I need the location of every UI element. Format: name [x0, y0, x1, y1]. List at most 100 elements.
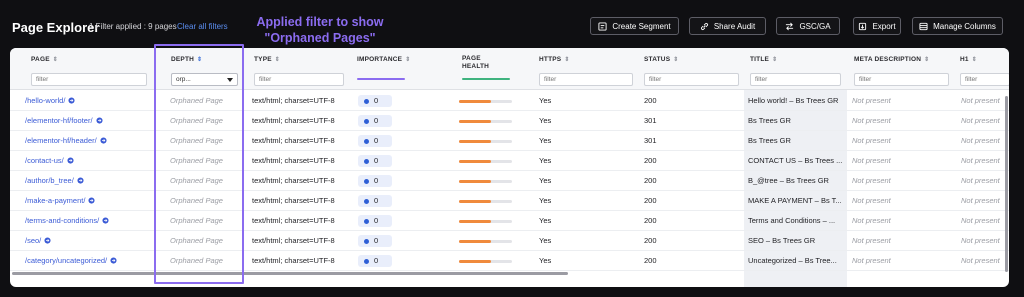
- type-cell: text/html; charset=UTF-8: [252, 236, 335, 245]
- health-range-slider[interactable]: [462, 78, 510, 80]
- col-header-type[interactable]: TYPE ⇕: [248, 48, 348, 90]
- table-row[interactable]: /elementor-hf/header/Orphaned Page text/h…: [10, 131, 1009, 151]
- importance-dot-icon: [364, 259, 369, 264]
- share-audit-button[interactable]: Share Audit: [689, 17, 766, 35]
- open-page-icon[interactable]: [77, 177, 84, 184]
- title-filter-input[interactable]: [750, 73, 841, 86]
- manage-columns-label: Manage Columns: [933, 21, 996, 31]
- h1-cell: Not present: [961, 136, 1000, 145]
- open-page-icon[interactable]: [95, 117, 103, 124]
- page-url-link[interactable]: /seo/: [25, 231, 160, 251]
- col-header-title[interactable]: TITLE ⇕: [744, 48, 847, 90]
- page-health-bar: [459, 240, 512, 243]
- meta-description-cell: Not present: [852, 196, 891, 205]
- columns-icon: [919, 22, 928, 31]
- table-header: PAGE⇕ DEPTH⇕ orp... TYPE⇕ IMPORTANCE⇕ PA…: [10, 48, 1009, 90]
- sort-icon[interactable]: ⇕: [564, 57, 569, 63]
- sort-icon[interactable]: ⇕: [673, 57, 678, 63]
- page-url-text: /terms-and-conditions/: [25, 216, 100, 225]
- sort-icon[interactable]: ⇕: [275, 57, 280, 63]
- page-url-link[interactable]: /terms-and-conditions/: [25, 211, 160, 231]
- type-cell: text/html; charset=UTF-8: [252, 116, 335, 125]
- importance-value: 0: [374, 136, 379, 145]
- page-health-bar: [459, 100, 512, 103]
- importance-dot-icon: [364, 139, 369, 144]
- table-row[interactable]: /elementor-hf/footer/Orphaned Page text/h…: [10, 111, 1009, 131]
- status-filter-input[interactable]: [644, 73, 739, 86]
- open-page-icon[interactable]: [67, 157, 74, 164]
- gsc-ga-label: GSC/GA: [799, 21, 831, 31]
- h1-cell: Not present: [961, 156, 1000, 165]
- col-header-meta-description[interactable]: META DESCRIPTION ⇕: [848, 48, 952, 90]
- page-health-bar: [459, 140, 512, 143]
- importance-range-slider[interactable]: [357, 78, 405, 80]
- page-url-link[interactable]: /contact-us/: [25, 151, 160, 171]
- table-row[interactable]: /author/b_tree/Orphaned Page text/html; c…: [10, 171, 1009, 191]
- importance-badge: 0: [358, 135, 392, 147]
- importance-badge: 0: [358, 115, 392, 127]
- col-meta-label: META DESCRIPTION: [854, 56, 922, 63]
- link-icon: [700, 22, 709, 31]
- clear-filters-link[interactable]: Clear all filters: [177, 22, 228, 31]
- table-row[interactable]: /make-a-payment/Orphaned Page text/html; …: [10, 191, 1009, 211]
- open-page-icon[interactable]: [102, 217, 109, 224]
- page-url-link[interactable]: /make-a-payment/: [25, 191, 160, 211]
- sort-icon[interactable]: ⇕: [405, 57, 410, 63]
- page-url-link[interactable]: /category/uncategorized/: [25, 251, 160, 271]
- https-filter-input[interactable]: [539, 73, 633, 86]
- open-page-icon[interactable]: [44, 237, 51, 244]
- meta-description-cell: Not present: [852, 176, 891, 185]
- open-page-icon[interactable]: [110, 257, 117, 264]
- https-cell: Yes: [539, 236, 552, 245]
- page-health-bar: [459, 200, 512, 203]
- table-row[interactable]: /category/uncategorized/Orphaned Page tex…: [10, 251, 1009, 271]
- h1-filter-input[interactable]: [960, 73, 1009, 86]
- table-row[interactable]: /hello-world/Orphaned Page text/html; cha…: [10, 91, 1009, 111]
- vertical-scrollbar[interactable]: [1005, 96, 1008, 272]
- col-header-depth[interactable]: DEPTH ⇕ orp...: [165, 48, 245, 90]
- title-cell: Bs Trees GR: [748, 116, 791, 125]
- depth-cell: Orphaned Page: [170, 156, 223, 165]
- page-filter-input[interactable]: [31, 73, 147, 86]
- importance-dot-icon: [364, 119, 369, 124]
- table-row[interactable]: /terms-and-conditions/Orphaned Page text/…: [10, 211, 1009, 231]
- h1-cell: Not present: [961, 216, 1000, 225]
- type-cell: text/html; charset=UTF-8: [252, 196, 335, 205]
- sort-icon[interactable]: ⇕: [972, 57, 977, 63]
- depth-cell: Orphaned Page: [170, 196, 223, 205]
- page-url-link[interactable]: /elementor-hf/footer/: [25, 111, 160, 131]
- col-header-page-health[interactable]: PAGE HEALTH: [456, 48, 531, 90]
- gsc-ga-button[interactable]: GSC/GA: [776, 17, 840, 35]
- page-url-link[interactable]: /hello-world/: [25, 91, 160, 111]
- export-button[interactable]: Export: [853, 17, 901, 35]
- col-header-h1[interactable]: H1 ⇕: [954, 48, 1009, 90]
- sort-icon[interactable]: ⇕: [924, 57, 929, 63]
- open-page-icon[interactable]: [100, 137, 107, 144]
- page-url-link[interactable]: /author/b_tree/: [25, 171, 160, 191]
- table-row[interactable]: /seo/Orphaned Page text/html; charset=UTF…: [10, 231, 1009, 251]
- col-header-status[interactable]: STATUS ⇕: [638, 48, 739, 90]
- col-header-https[interactable]: HTTPS ⇕: [533, 48, 635, 90]
- sort-icon[interactable]: ⇕: [772, 57, 777, 63]
- open-page-icon[interactable]: [88, 197, 96, 204]
- type-cell: text/html; charset=UTF-8: [252, 96, 335, 105]
- export-label: Export: [872, 21, 896, 31]
- https-cell: Yes: [539, 116, 552, 125]
- page-url-text: /seo/: [25, 236, 42, 245]
- type-filter-input[interactable]: [254, 73, 344, 86]
- create-segment-button[interactable]: Create Segment: [590, 17, 679, 35]
- col-header-page[interactable]: PAGE ⇕: [25, 48, 155, 90]
- create-segment-label: Create Segment: [612, 21, 671, 31]
- page-url-link[interactable]: /elementor-hf/header/: [25, 131, 160, 151]
- open-page-icon[interactable]: [68, 97, 75, 104]
- page-health-bar: [459, 160, 512, 163]
- manage-columns-button[interactable]: Manage Columns: [912, 17, 1003, 35]
- col-header-importance[interactable]: IMPORTANCE ⇕: [351, 48, 451, 90]
- horizontal-scrollbar[interactable]: [12, 272, 568, 275]
- table-row[interactable]: /contact-us/Orphaned Page text/html; char…: [10, 151, 1009, 171]
- title-cell: B_@tree – Bs Trees GR: [748, 176, 829, 185]
- meta-filter-input[interactable]: [854, 73, 949, 86]
- sort-icon[interactable]: ⇕: [53, 57, 58, 63]
- depth-filter-select[interactable]: orp...: [171, 73, 238, 86]
- sort-icon[interactable]: ⇕: [197, 57, 202, 63]
